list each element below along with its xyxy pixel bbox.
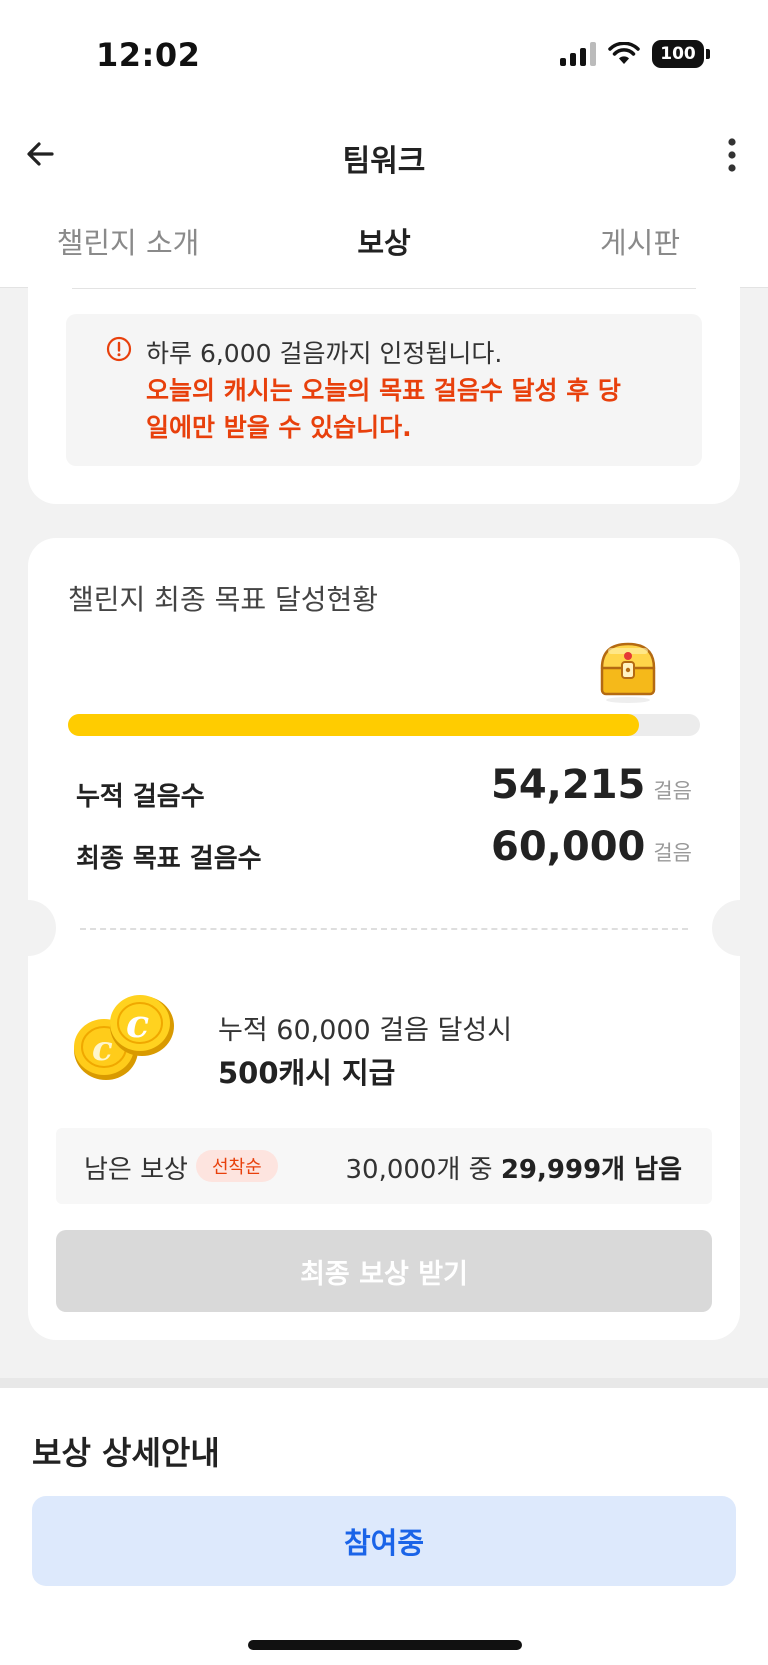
target-steps-label: 최종 목표 걸음수 xyxy=(76,844,262,874)
battery-icon: 100 xyxy=(652,40,710,68)
steps-unit: 걸음 xyxy=(653,779,692,803)
svg-text:c: c xyxy=(92,1029,113,1069)
ticket-notch xyxy=(712,900,768,956)
claim-final-reward-button[interactable]: 최종 보상 받기 xyxy=(56,1230,712,1312)
goal-title: 챌린지 최종 목표 달성현황 xyxy=(68,583,379,616)
goal-progress-fill xyxy=(68,714,640,736)
remaining-total: 30,000개 중 xyxy=(345,1155,493,1185)
page-title: 팀워크 xyxy=(342,144,426,179)
alert-circle-icon xyxy=(106,336,132,362)
notice-card: 하루 6,000 걸음까지 인정됩니다. 오늘의 캐시는 오늘의 목표 걸음수 … xyxy=(28,270,740,504)
cumulative-steps-row: 누적 걸음수 54,215 걸음 xyxy=(76,762,692,822)
target-steps-value: 60,000 xyxy=(491,824,646,870)
ticket-notch xyxy=(0,900,56,956)
reward-details-title: 보상 상세안내 xyxy=(32,1434,220,1472)
notice-box: 하루 6,000 걸음까지 인정됩니다. 오늘의 캐시는 오늘의 목표 걸음수 … xyxy=(66,314,702,466)
app-header: 팀워크 xyxy=(0,112,768,198)
more-options-icon[interactable] xyxy=(726,134,738,176)
cellular-signal-icon xyxy=(560,42,596,66)
notice-text: 하루 6,000 걸음까지 인정됩니다. xyxy=(146,339,503,368)
status-time: 12:02 xyxy=(96,36,201,74)
first-come-badge: 선착순 xyxy=(196,1150,278,1182)
target-steps-row: 최종 목표 걸음수 60,000 걸음 xyxy=(76,824,692,884)
svg-text:c: c xyxy=(126,1001,149,1046)
status-bar: 12:02 100 xyxy=(0,0,768,112)
remaining-reward-box: 남은 보상 선착순 30,000개 중 29,999개 남음 xyxy=(56,1128,712,1204)
section-divider xyxy=(0,1378,768,1388)
participating-button[interactable]: 참여중 xyxy=(32,1496,736,1586)
divider xyxy=(72,288,696,289)
notice-warning-text: 오늘의 캐시는 오늘의 목표 걸음수 달성 후 당일에만 받을 수 있습니다. xyxy=(146,376,621,442)
remaining-reward-label: 남은 보상 xyxy=(84,1155,188,1185)
reward-details-section: 보상 상세안내 참여중 xyxy=(0,1388,768,1665)
cumulative-steps-value: 54,215 xyxy=(491,762,646,808)
goal-card: 챌린지 최종 목표 달성현황 누적 걸음수 54,215 걸음 최종 목표 걸음… xyxy=(0,538,768,1340)
treasure-chest-icon xyxy=(600,642,656,703)
dashed-divider xyxy=(80,928,688,930)
status-icons: 100 xyxy=(560,40,710,68)
goal-progress-bar xyxy=(68,714,700,736)
reward-condition: 누적 60,000 걸음 달성시 xyxy=(218,1015,513,1046)
cash-coins-icon: c c xyxy=(74,995,174,1080)
steps-unit: 걸음 xyxy=(653,841,692,865)
home-indicator xyxy=(248,1640,522,1650)
wifi-icon xyxy=(608,42,640,64)
reward-amount: 500캐시 지급 xyxy=(218,1056,396,1090)
remaining-stock: 30,000개 중 29,999개 남음 xyxy=(345,1149,682,1186)
cumulative-steps-label: 누적 걸음수 xyxy=(76,782,205,812)
remaining-count: 29,999개 남음 xyxy=(500,1155,682,1185)
